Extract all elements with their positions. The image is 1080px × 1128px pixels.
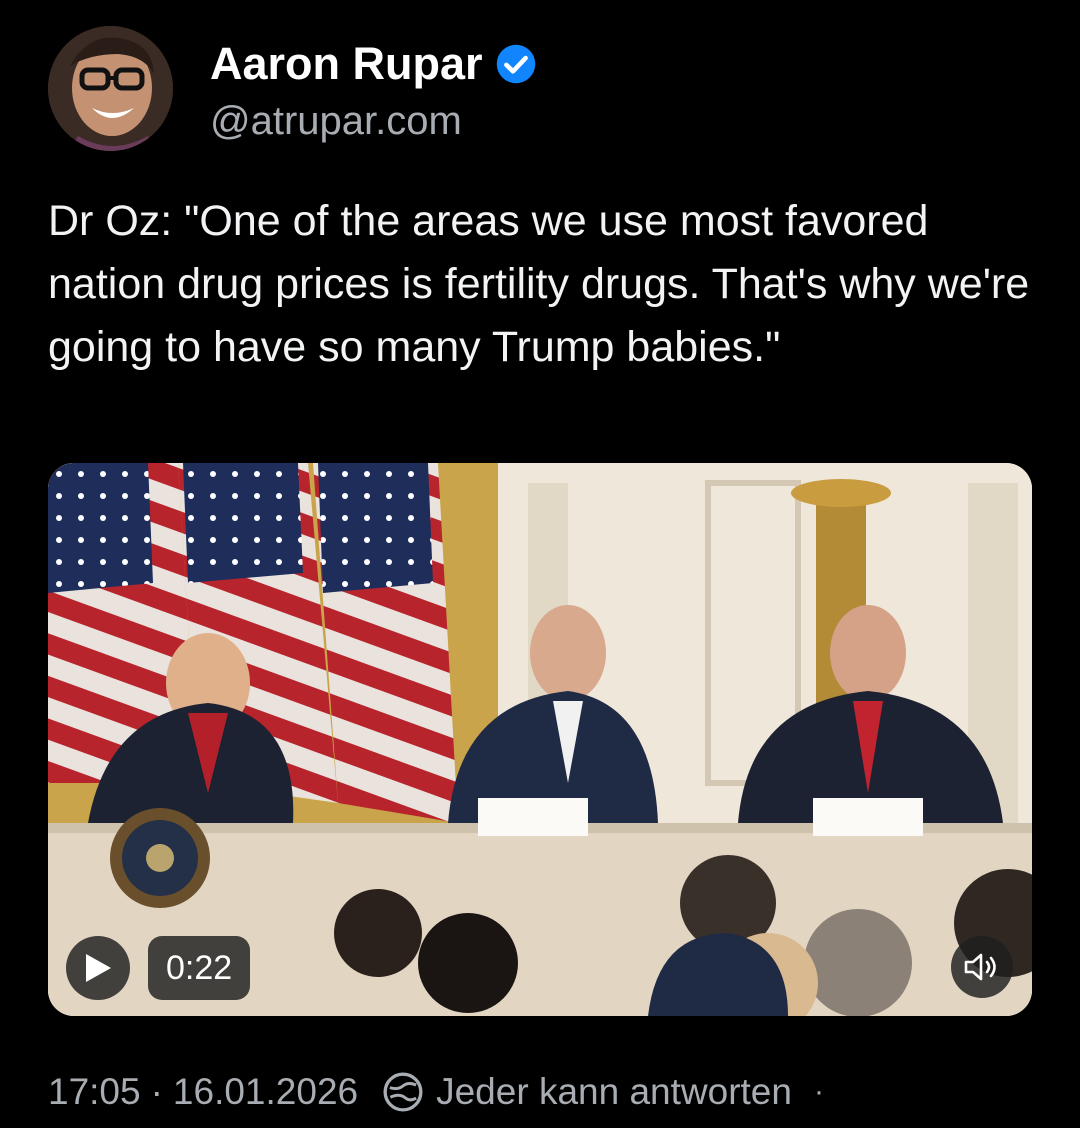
video-player[interactable]: 0:22: [48, 463, 1032, 1016]
reply-setting-link[interactable]: Jeder kann antworten: [436, 1071, 792, 1113]
post-date: 16.01.2026: [172, 1071, 359, 1112]
author-display-name[interactable]: Aaron Rupar: [210, 38, 537, 90]
verified-badge-icon: [496, 44, 535, 84]
meta-separator: ·: [150, 1071, 163, 1112]
avatar[interactable]: [48, 26, 173, 151]
trailing-separator: ·: [813, 1075, 824, 1108]
author-name-text[interactable]: Aaron Rupar: [210, 38, 483, 90]
post-meta: 17:05 · 16.01.2026 Jeder kann antworten …: [48, 1068, 834, 1116]
author-handle[interactable]: @atrupar.com: [210, 97, 462, 145]
mute-button[interactable]: [951, 936, 1013, 998]
speaker-icon: [964, 953, 996, 981]
play-icon: [86, 954, 111, 982]
everyone-reply-icon: [383, 1072, 423, 1112]
avatar-image: [48, 26, 173, 151]
video-duration: 0:22: [148, 936, 251, 1000]
video-frame: [48, 463, 1032, 1016]
post-text: Dr Oz: "One of the areas we use most fav…: [48, 197, 1030, 371]
post-time: 17:05: [48, 1071, 141, 1112]
play-button[interactable]: [66, 936, 130, 1000]
